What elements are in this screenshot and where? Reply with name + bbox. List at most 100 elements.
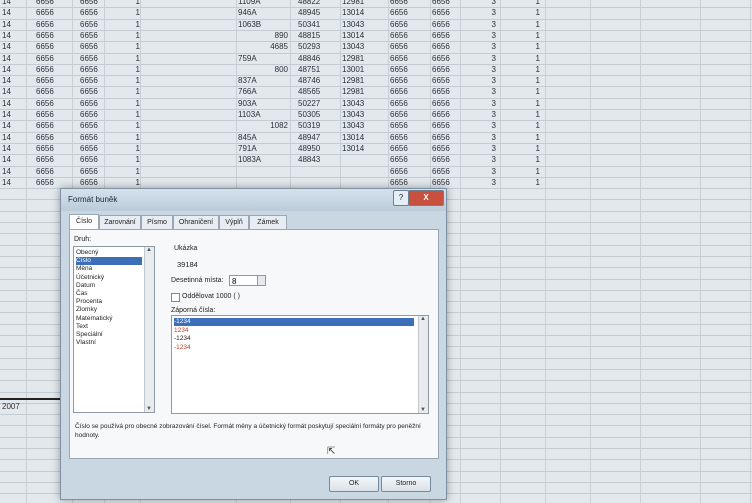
table-cell[interactable]: 6656 — [80, 7, 104, 18]
table-cell[interactable]: 1103A — [238, 109, 288, 120]
table-cell[interactable]: 6656 — [432, 30, 462, 41]
table-cell[interactable]: 6656 — [390, 41, 428, 52]
table-cell[interactable] — [298, 177, 336, 188]
table-cell[interactable]: 6656 — [432, 64, 462, 75]
table-cell[interactable]: 3 — [462, 64, 496, 75]
table-cell[interactable]: 6656 — [390, 0, 428, 7]
thousands-checkbox[interactable] — [171, 293, 180, 302]
table-cell[interactable]: 6656 — [36, 154, 72, 165]
table-cell[interactable]: 14 — [2, 30, 26, 41]
table-cell[interactable]: 6656 — [36, 7, 72, 18]
table-cell[interactable]: 3 — [462, 86, 496, 97]
table-cell[interactable]: 6656 — [36, 166, 72, 177]
table-cell[interactable]: 6656 — [80, 132, 104, 143]
table-cell[interactable]: 13043 — [342, 19, 380, 30]
tab-pismo[interactable]: Písmo — [141, 215, 173, 229]
table-cell[interactable]: 12981 — [342, 53, 380, 64]
table-cell[interactable] — [238, 177, 288, 188]
table-cell[interactable]: 1 — [110, 166, 140, 177]
table-cell[interactable]: 3 — [462, 30, 496, 41]
table-cell[interactable]: 1 — [500, 0, 540, 7]
table-cell[interactable]: 48843 — [298, 154, 336, 165]
table-cell[interactable]: 12981 — [342, 0, 380, 7]
table-cell[interactable]: 12981 — [342, 75, 380, 86]
table-cell[interactable]: 1 — [500, 154, 540, 165]
negative-format-option[interactable]: -1234 — [174, 344, 414, 352]
table-cell[interactable] — [298, 166, 336, 177]
table-cell[interactable]: 3 — [462, 143, 496, 154]
table-cell[interactable]: 1 — [110, 64, 140, 75]
scroll-down-icon[interactable]: ▼ — [420, 407, 426, 413]
table-cell[interactable]: 1 — [500, 86, 540, 97]
table-cell[interactable]: 6656 — [80, 166, 104, 177]
table-cell[interactable]: 1 — [500, 166, 540, 177]
table-cell[interactable]: 6656 — [36, 86, 72, 97]
table-cell[interactable]: 3 — [462, 166, 496, 177]
category-item[interactable]: Matematický — [76, 315, 142, 323]
table-cell[interactable]: 1 — [500, 19, 540, 30]
table-cell[interactable]: 6656 — [36, 0, 72, 7]
ok-button[interactable]: OK — [329, 476, 379, 492]
table-cell[interactable]: 3 — [462, 120, 496, 131]
table-cell[interactable]: 1 — [500, 143, 540, 154]
table-cell[interactable]: 3 — [462, 19, 496, 30]
category-item[interactable]: Číslo — [76, 257, 142, 266]
table-cell[interactable]: 903A — [238, 98, 288, 109]
table-cell[interactable]: 1 — [110, 7, 140, 18]
table-cell[interactable]: 3 — [462, 41, 496, 52]
category-item[interactable]: Měna — [76, 265, 142, 273]
table-cell[interactable]: 14 — [2, 177, 26, 188]
table-cell[interactable]: 6656 — [432, 75, 462, 86]
table-cell[interactable]: 1 — [500, 132, 540, 143]
table-cell[interactable]: 14 — [2, 7, 26, 18]
table-cell[interactable]: 1083A — [238, 154, 288, 165]
table-cell[interactable]: 13043 — [342, 41, 380, 52]
table-cell[interactable]: 6656 — [390, 30, 428, 41]
table-cell[interactable]: 1 — [110, 75, 140, 86]
category-item[interactable]: Obecný — [76, 249, 142, 257]
table-cell[interactable]: 759A — [238, 53, 288, 64]
table-cell[interactable]: 6656 — [432, 177, 462, 188]
table-cell[interactable]: 1 — [500, 53, 540, 64]
table-cell[interactable]: 837A — [238, 75, 288, 86]
table-cell[interactable]: 890 — [238, 30, 288, 41]
table-cell[interactable]: 1 — [500, 120, 540, 131]
table-cell[interactable]: 6656 — [36, 120, 72, 131]
tab-cislo[interactable]: Číslo — [69, 214, 99, 230]
category-item[interactable]: Speciální — [76, 331, 142, 339]
table-cell[interactable]: 6656 — [390, 98, 428, 109]
table-cell[interactable]: 1 — [110, 120, 140, 131]
table-cell[interactable]: 3 — [462, 98, 496, 109]
table-cell[interactable]: 3 — [462, 7, 496, 18]
table-cell[interactable]: 6656 — [80, 154, 104, 165]
table-cell[interactable]: 14 — [2, 132, 26, 143]
table-cell[interactable]: 50227 — [298, 98, 336, 109]
table-cell[interactable]: 14 — [2, 19, 26, 30]
table-cell[interactable] — [342, 154, 380, 165]
table-cell[interactable]: 48846 — [298, 53, 336, 64]
table-cell[interactable]: 6656 — [432, 166, 462, 177]
category-item[interactable]: Účetnický — [76, 274, 142, 282]
table-cell[interactable]: 6656 — [432, 98, 462, 109]
table-cell[interactable]: 1 — [110, 109, 140, 120]
table-cell[interactable]: 1 — [110, 86, 140, 97]
table-cell[interactable]: 6656 — [390, 154, 428, 165]
table-cell[interactable]: 13014 — [342, 143, 380, 154]
scroll-up-icon[interactable]: ▲ — [146, 247, 152, 253]
table-cell[interactable]: 48746 — [298, 75, 336, 86]
table-cell[interactable]: 48815 — [298, 30, 336, 41]
table-cell[interactable]: 6656 — [36, 177, 72, 188]
table-cell[interactable]: 14 — [2, 53, 26, 64]
table-cell[interactable]: 6656 — [432, 143, 462, 154]
table-cell[interactable]: 6656 — [432, 53, 462, 64]
table-cell[interactable]: 3 — [462, 0, 496, 7]
negative-format-option[interactable]: -1234 — [174, 335, 414, 343]
help-button[interactable]: ? — [393, 190, 409, 206]
table-cell[interactable]: 6656 — [432, 120, 462, 131]
table-cell[interactable]: 14 — [2, 98, 26, 109]
table-cell[interactable]: 48945 — [298, 7, 336, 18]
table-cell[interactable]: 14 — [2, 166, 26, 177]
table-cell[interactable]: 6656 — [36, 41, 72, 52]
table-cell[interactable] — [342, 166, 380, 177]
table-cell[interactable]: 6656 — [80, 53, 104, 64]
